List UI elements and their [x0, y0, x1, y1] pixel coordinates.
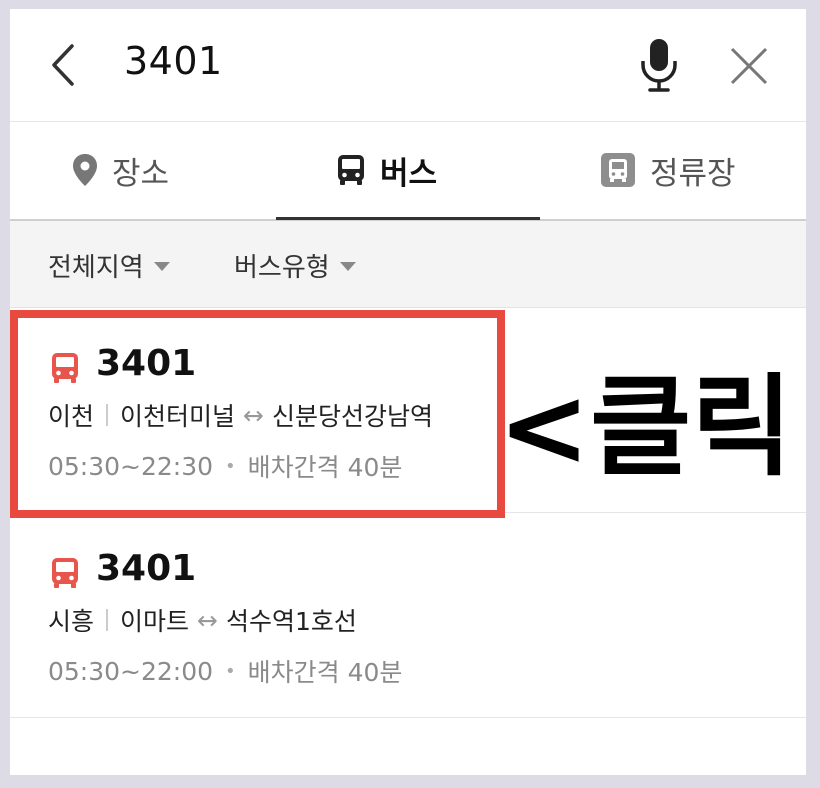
route-origin: 이천터미널	[120, 402, 236, 431]
bus-route-result[interactable]: 3401 시흥 이마트 ↔ 석수역1호선 05:30~22:00 • 배차간격 …	[10, 514, 806, 718]
route-number: 3401	[96, 343, 197, 384]
operating-hours: 05:30~22:30	[48, 451, 214, 481]
tab-place-label: 장소	[112, 155, 170, 192]
route-region: 이천	[48, 402, 95, 431]
caret-down-icon	[339, 262, 356, 271]
bus-icon	[52, 558, 78, 588]
dot-separator: •	[225, 455, 236, 477]
click-annotation: <클릭	[498, 363, 793, 491]
active-tab-indicator	[276, 217, 540, 220]
tab-place[interactable]: 장소	[72, 121, 169, 219]
region-filter-dropdown[interactable]: 전체지역	[48, 247, 170, 284]
bus-type-filter-label: 버스유형	[234, 253, 330, 283]
dot-separator: •	[225, 660, 236, 682]
close-icon[interactable]	[728, 45, 770, 87]
bidirectional-arrow-icon: ↔	[197, 605, 218, 635]
route-region: 시흥	[48, 607, 95, 636]
tab-bus-label: 버스	[380, 155, 438, 192]
bus-icon	[52, 353, 78, 383]
route-destination: 석수역1호선	[225, 607, 357, 636]
caret-down-icon	[153, 262, 170, 271]
dispatch-interval: 배차간격 40분	[247, 453, 403, 482]
dispatch-interval: 배차간격 40분	[247, 658, 403, 687]
chevron-left-icon[interactable]	[48, 42, 78, 88]
bus-icon	[338, 155, 364, 185]
route-destination: 신분당선강남역	[271, 402, 433, 431]
region-filter-label: 전체지역	[48, 253, 144, 283]
filter-bar: 전체지역 버스유형	[10, 221, 806, 308]
search-bar: 3401	[10, 9, 806, 122]
bidirectional-arrow-icon: ↔	[243, 400, 264, 430]
tab-bus-stop-label: 정류장	[650, 155, 736, 192]
route-endpoints: 이천 이천터미널 ↔ 신분당선강남역	[48, 397, 433, 433]
divider	[106, 609, 109, 631]
route-schedule: 05:30~22:00 • 배차간격 40분	[48, 653, 402, 689]
bus-type-filter-dropdown[interactable]: 버스유형	[234, 247, 356, 284]
operating-hours: 05:30~22:00	[48, 656, 214, 686]
tab-bus-stop[interactable]: 정류장	[600, 121, 736, 219]
search-input[interactable]: 3401	[124, 39, 223, 83]
category-tabs: 장소 버스 정류장	[10, 121, 806, 221]
bus-stop-icon	[601, 153, 635, 187]
route-origin: 이마트	[120, 607, 190, 636]
divider	[106, 404, 109, 426]
route-endpoints: 시흥 이마트 ↔ 석수역1호선	[48, 602, 357, 638]
route-number: 3401	[96, 548, 197, 589]
microphone-icon[interactable]	[638, 37, 680, 93]
tab-bus[interactable]: 버스	[336, 121, 437, 219]
route-schedule: 05:30~22:30 • 배차간격 40분	[48, 448, 402, 484]
map-pin-icon	[73, 154, 97, 186]
